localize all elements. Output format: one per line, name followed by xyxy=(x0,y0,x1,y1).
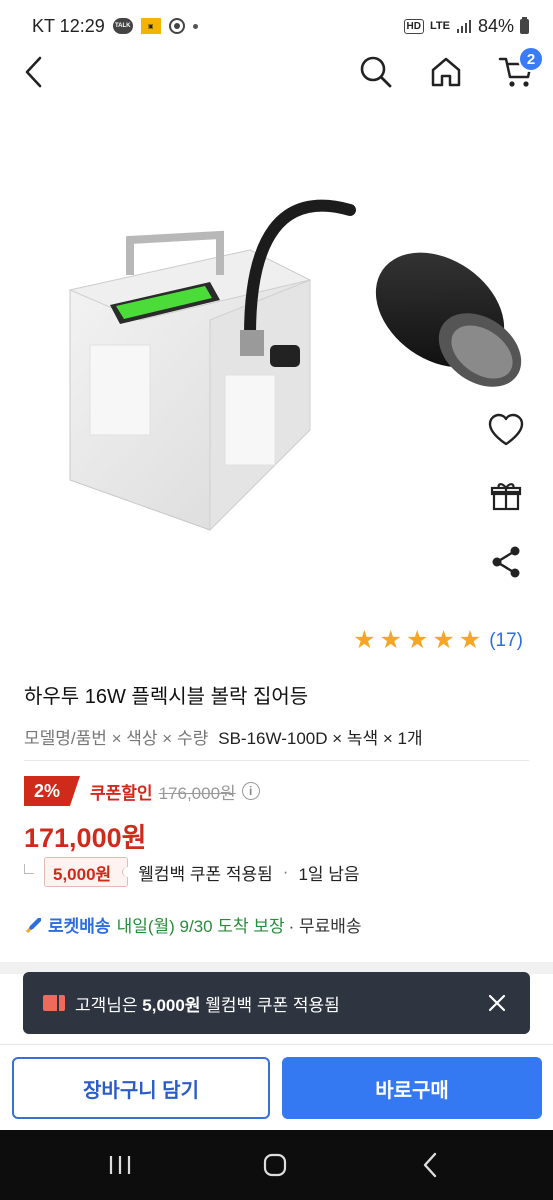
carrier-time: KT 12:29 xyxy=(32,15,105,36)
home-button[interactable] xyxy=(424,50,468,94)
product-title: 하우투 16W 플렉시블 볼락 집어등 xyxy=(24,686,309,708)
home-circle-icon xyxy=(263,1153,287,1177)
close-icon xyxy=(488,994,506,1012)
info-icon[interactable]: i xyxy=(241,782,260,800)
system-navigation-bar xyxy=(0,1130,553,1200)
cart-count-badge: 2 xyxy=(518,46,544,72)
toast-amount: 5,000원 xyxy=(142,995,201,1015)
toast-suffix: 웰컴백 쿠폰 적용됨 xyxy=(205,995,340,1015)
rating[interactable]: ★ ★ ★ ★ ★ (17) xyxy=(353,628,523,653)
home-nav-button[interactable] xyxy=(255,1150,295,1180)
lte-icon: LTE xyxy=(430,19,450,32)
discount-row: 2% 쿠폰할인 176,000원 i xyxy=(24,776,260,806)
signal-icon xyxy=(456,18,472,34)
add-to-cart-button[interactable]: 장바구니 담기 xyxy=(12,1057,270,1119)
bottom-action-bar: 장바구니 담기 바로구매 xyxy=(0,1044,553,1130)
review-count-link[interactable]: (17) xyxy=(489,630,523,652)
coupon-discount-label: 쿠폰할인 xyxy=(90,783,153,803)
original-price: 176,000원 xyxy=(158,783,236,803)
back-button[interactable] xyxy=(12,50,56,94)
rocket-icon xyxy=(25,917,41,933)
star-icon: ★ xyxy=(405,626,429,654)
sale-price: 171,000원 xyxy=(24,823,147,853)
toast-close-button[interactable] xyxy=(482,988,512,1018)
option-summary[interactable]: 모델명/품번 × 색상 × 수량 SB-16W-100D × 녹색 × 1개 xyxy=(24,724,423,749)
wishlist-button[interactable] xyxy=(484,408,528,452)
coupon-applied-text: 웰컴백 쿠폰 적용됨 xyxy=(138,864,273,884)
gift-button[interactable] xyxy=(484,474,528,518)
cart-button[interactable]: 2 xyxy=(494,46,544,94)
buy-now-button[interactable]: 바로구매 xyxy=(282,1057,542,1119)
status-bar-left: KT 12:29 TALK ▣ xyxy=(32,16,198,37)
tree-corner-icon xyxy=(24,864,34,874)
star-icon: ★ xyxy=(458,626,482,654)
star-icon: ★ xyxy=(353,626,376,654)
recent-apps-button[interactable] xyxy=(100,1150,140,1180)
battery-percent: 84% xyxy=(477,15,514,36)
top-navigation: 2 xyxy=(0,44,553,100)
search-icon xyxy=(360,56,392,88)
chrome-notification-icon xyxy=(168,18,185,34)
toast-prefix: 고객님은 xyxy=(75,995,138,1015)
coupon-amount-badge: 5,000원 xyxy=(44,857,134,887)
product-image[interactable] xyxy=(50,180,530,540)
product-photo-drawing xyxy=(68,199,522,532)
more-notifications-dot xyxy=(192,23,198,29)
delivery-date: 내일(월) 9/30 도착 보장 xyxy=(116,917,285,936)
option-label: 모델명/품번 × 색상 × 수량 xyxy=(24,729,209,748)
status-bar-right: HD LTE 84% xyxy=(403,15,529,37)
coupon-remaining: 1일 남음 xyxy=(298,864,360,884)
coupon-row: 5,000원 웰컴백 쿠폰 적용됨 · 1일 남음 xyxy=(24,856,360,888)
gift-icon xyxy=(490,483,522,511)
coupon-separator: · xyxy=(282,862,289,881)
talk-notification-icon: TALK xyxy=(112,18,133,34)
discount-percent-badge: 2% xyxy=(24,776,81,806)
back-chevron-icon xyxy=(423,1152,437,1178)
app-notification-icon: ▣ xyxy=(140,18,161,34)
divider xyxy=(24,760,529,761)
home-icon xyxy=(431,57,461,87)
search-button[interactable] xyxy=(354,50,398,94)
heart-icon xyxy=(488,413,524,446)
recent-apps-icon xyxy=(109,1156,131,1174)
share-icon xyxy=(492,546,520,578)
star-icon: ★ xyxy=(432,626,455,654)
rocket-delivery-label: 로켓배송 xyxy=(48,917,111,936)
free-shipping: · 무료배송 xyxy=(288,917,362,936)
coupon-toast: 고객님은 5,000원 웰컴백 쿠폰 적용됨 xyxy=(23,972,530,1034)
delivery-info: 로켓배송 내일(월) 9/30 도착 보장 · 무료배송 xyxy=(24,912,362,937)
chevron-left-icon xyxy=(25,56,42,88)
battery-icon xyxy=(520,16,529,34)
system-back-button[interactable] xyxy=(410,1150,450,1180)
option-value: SB-16W-100D × 녹색 × 1개 xyxy=(218,729,423,748)
ticket-icon xyxy=(43,995,65,1011)
star-icon: ★ xyxy=(379,626,402,654)
share-button[interactable] xyxy=(484,540,528,584)
hd-voice-icon: HD xyxy=(403,18,424,34)
